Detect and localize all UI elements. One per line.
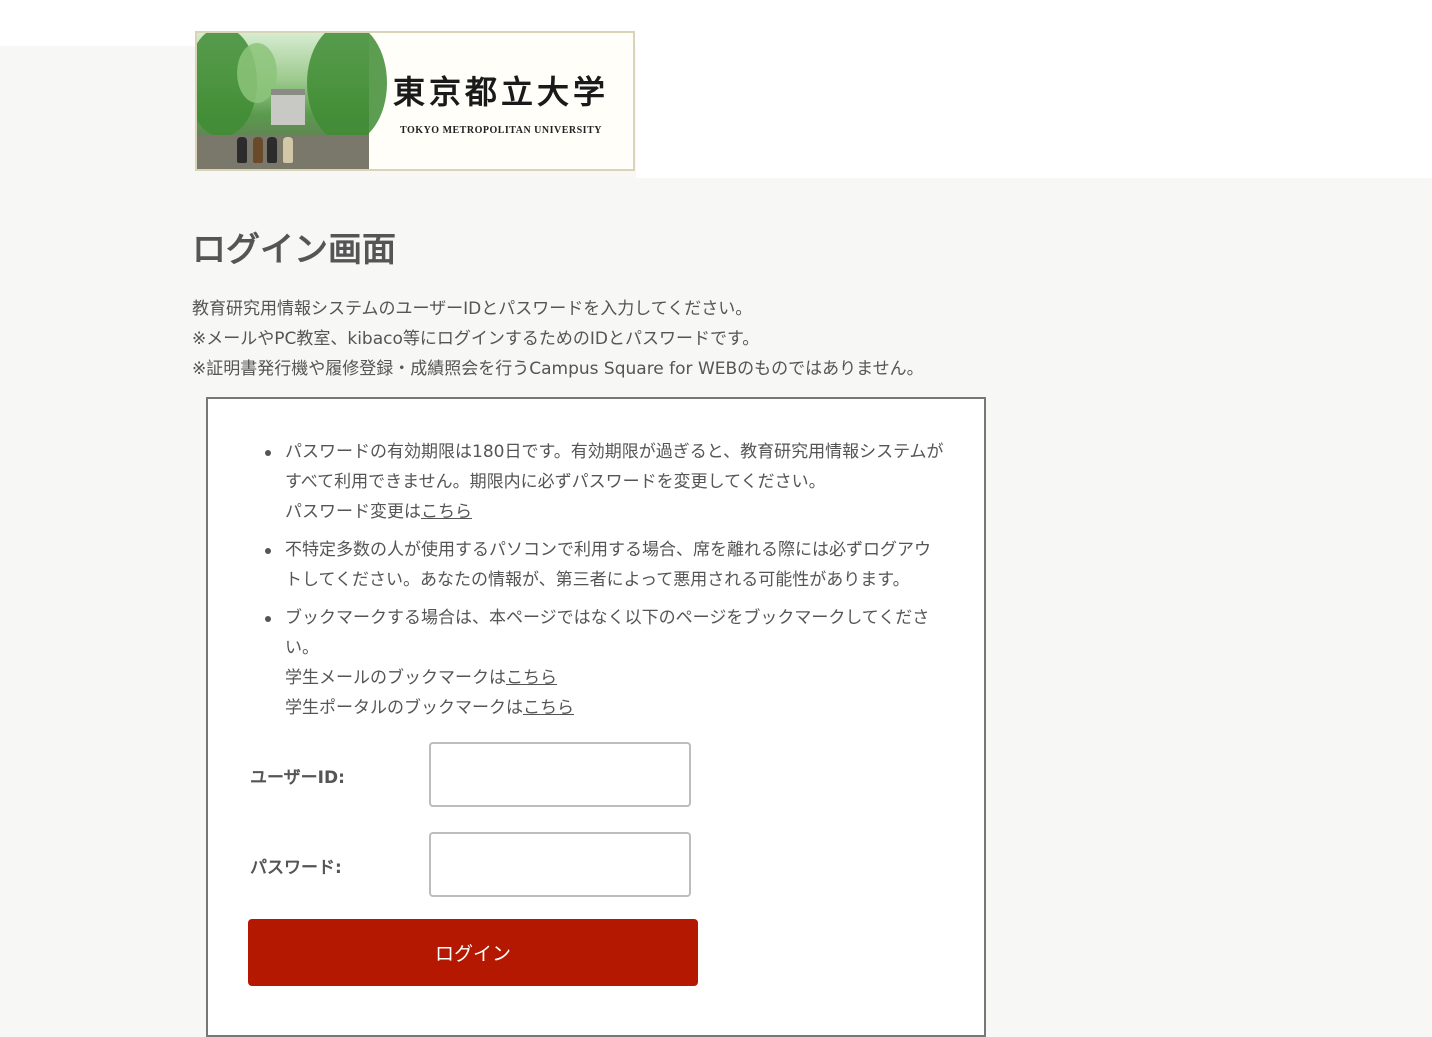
password-change-link[interactable]: こちら: [421, 502, 472, 522]
password-input[interactable]: [429, 832, 691, 897]
notice-text: 不特定多数の人が使用するパソコンで利用する場合、席を離れる際には必ずログアウトし…: [285, 540, 931, 590]
notice-text: ブックマークする場合は、本ページではなく以下のページをブックマークしてください。: [285, 608, 930, 658]
logo-title-jp: 東京都立大学: [392, 72, 609, 111]
login-button[interactable]: ログイン: [248, 919, 698, 986]
page-title: ログイン画面: [192, 230, 396, 270]
notice-list: パスワードの有効期限は180日です。有効期限が過ぎると、教育研究用情報システムが…: [246, 437, 946, 731]
intro-line: ※メールやPC教室、kibaco等にログインするためのIDとパスワードです。: [192, 329, 760, 349]
login-panel: パスワードの有効期限は180日です。有効期限が過ぎると、教育研究用情報システムが…: [206, 397, 986, 1037]
user-id-label: ユーザーID:: [250, 768, 345, 788]
user-id-input[interactable]: [429, 742, 691, 807]
notice-text: パスワード変更は: [285, 502, 421, 522]
intro-text: 教育研究用情報システムのユーザーIDとパスワードを入力してください。 ※メールや…: [192, 294, 924, 384]
university-logo: 東京都立大学 TOKYO METROPOLITAN UNIVERSITY: [195, 31, 635, 171]
intro-line: 教育研究用情報システムのユーザーIDとパスワードを入力してください。: [192, 299, 753, 319]
header-band-right: [636, 0, 1432, 178]
student-mail-link[interactable]: こちら: [506, 668, 557, 688]
notice-bookmark: ブックマークする場合は、本ページではなく以下のページをブックマークしてください。…: [246, 603, 946, 723]
campus-gate: [271, 89, 305, 125]
notice-text: 学生メールのブックマークは: [285, 668, 506, 688]
notice-password-expiry: パスワードの有効期限は180日です。有効期限が過ぎると、教育研究用情報システムが…: [246, 437, 946, 527]
notice-text: 学生ポータルのブックマークは: [285, 698, 523, 718]
logo-title-en: TOKYO METROPOLITAN UNIVERSITY: [400, 124, 602, 136]
notice-text: パスワードの有効期限は180日です。有効期限が過ぎると、教育研究用情報システムが…: [285, 442, 944, 492]
campus-photo: [197, 33, 387, 169]
password-label: パスワード:: [250, 858, 342, 878]
logo-text: 東京都立大学 TOKYO METROPOLITAN UNIVERSITY: [369, 33, 633, 169]
notice-logout: 不特定多数の人が使用するパソコンで利用する場合、席を離れる際には必ずログアウトし…: [246, 535, 946, 595]
student-portal-link[interactable]: こちら: [523, 698, 574, 718]
intro-line: ※証明書発行機や履修登録・成績照会を行うCampus Square for WE…: [192, 359, 924, 379]
